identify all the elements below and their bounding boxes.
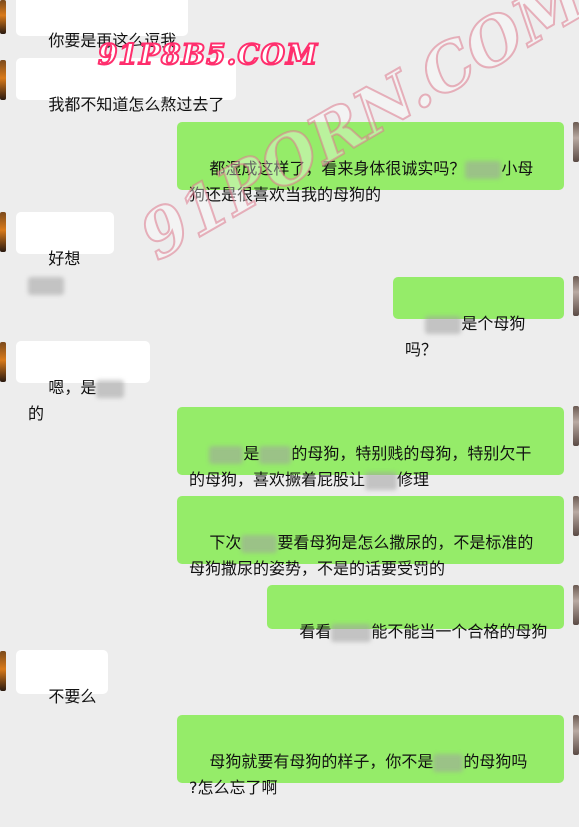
redacted-blur [425, 315, 462, 334]
message-text: 母狗就要有母狗的样子，你不是 [209, 752, 434, 771]
message-bubble-incoming[interactable]: 我都不知道怎么熬过去了 [16, 58, 237, 114]
redacted-blur [433, 753, 464, 772]
message-text: 是 [243, 444, 260, 463]
user-avatar[interactable] [573, 715, 579, 755]
message-text: 狗还是很喜欢当我的母狗的 [189, 185, 382, 204]
message-text: 是个母狗吗？ [405, 314, 526, 359]
message-bubble-outgoing[interactable]: 看看 能不能当一个合格的母狗 [267, 585, 564, 642]
redacted-blur [259, 445, 292, 464]
contact-avatar[interactable] [0, 60, 6, 100]
message-text: 的母狗吗 [463, 752, 528, 771]
message-bubble-incoming[interactable]: 不要么 [16, 650, 109, 706]
redacted-blur [465, 160, 502, 179]
message-text: 小母 [501, 159, 534, 178]
message-text: 修理 [397, 470, 430, 489]
user-avatar[interactable] [573, 496, 579, 536]
message-text: 不要么 [48, 687, 97, 706]
user-avatar[interactable] [573, 276, 579, 316]
message-bubble-incoming[interactable]: 嗯，是的 [16, 341, 150, 423]
redacted-blur [28, 276, 64, 295]
message-text: 下次 [209, 533, 242, 552]
user-avatar[interactable] [573, 406, 579, 446]
contact-avatar[interactable] [0, 342, 6, 382]
message-bubble-incoming[interactable]: 好想 [16, 212, 114, 295]
message-text: 的 [28, 404, 45, 423]
redacted-blur [331, 623, 372, 642]
message-bubble-incoming[interactable]: 你要是再这么逗我 [16, 0, 189, 50]
message-text: 好想 [48, 249, 81, 268]
message-text: 我都不知道怎么熬过去了 [48, 95, 225, 114]
message-bubble-outgoing[interactable]: 都湿成这样了，看来身体很诚实吗？ 小母 狗还是很喜欢当我的母狗的 [177, 122, 564, 204]
user-avatar[interactable] [573, 585, 579, 625]
message-text: ?怎么忘了啊 [189, 778, 278, 797]
message-text: 看看 [299, 622, 332, 641]
user-avatar[interactable] [573, 122, 579, 162]
redacted-blur [209, 445, 244, 464]
message-text: 都湿成这样了，看来身体很诚实吗？ [209, 159, 466, 178]
message-bubble-outgoing[interactable]: 是 的母狗，特别贱的母狗，特别欠干 的母狗，喜欢撅着屁股让 修理 [177, 407, 564, 490]
contact-avatar[interactable] [0, 0, 6, 34]
message-bubble-outgoing[interactable]: 母狗就要有母狗的样子，你不是 的母狗吗 ?怎么忘了啊 [177, 715, 564, 797]
message-text: 的母狗，喜欢撅着屁股让 [189, 470, 366, 489]
message-text: 能不能当一个合格的母狗 [371, 622, 548, 641]
message-text: 嗯，是 [48, 378, 97, 397]
redacted-blur [365, 471, 398, 490]
message-bubble-outgoing[interactable]: 是个母狗吗？ [393, 277, 564, 359]
redacted-blur [96, 379, 125, 398]
message-text: 要看母狗是怎么撒尿的，不是标准的 [277, 533, 534, 552]
contact-avatar[interactable] [0, 212, 6, 252]
redacted-blur [241, 534, 278, 553]
contact-avatar[interactable] [0, 651, 6, 691]
message-text: 的母狗，特别贱的母狗，特别欠干 [291, 444, 532, 463]
message-text: 你要是再这么逗我 [48, 31, 177, 50]
message-text: 母狗撒尿的姿势，不是的话要受罚的 [189, 559, 446, 578]
message-bubble-outgoing[interactable]: 下次 要看母狗是怎么撒尿的，不是标准的 母狗撒尿的姿势，不是的话要受罚的 [177, 496, 564, 578]
chat-area: 你要是再这么逗我 我都不知道怎么熬过去了 都湿成这样了，看来身体很诚实吗？ 小母 … [0, 0, 579, 797]
